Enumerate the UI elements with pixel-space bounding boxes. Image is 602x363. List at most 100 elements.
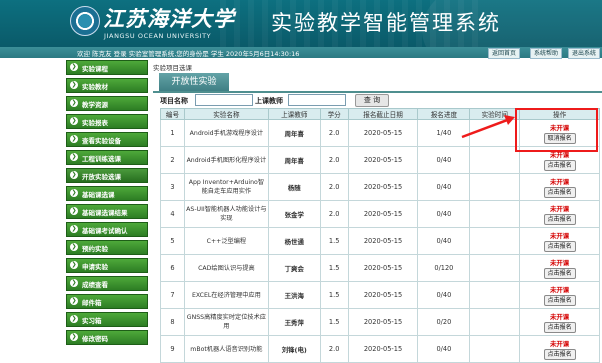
university-name-en: JIANGSU OCEAN UNIVERSITY xyxy=(104,32,212,40)
highlight-box xyxy=(515,108,598,152)
cell-progress: 0/40 xyxy=(417,227,471,255)
welcome-text: 欢迎 陈克友 登录 实验室管理系统,您的身份是 学生 2020年5月6日14:3… xyxy=(77,50,300,58)
cell-progress: 0/40 xyxy=(417,335,471,363)
tab-bar: 开放性实验 xyxy=(153,73,602,93)
cell-deadline: 2020-05-15 xyxy=(347,200,419,228)
project-name-input[interactable] xyxy=(195,94,253,106)
signup-button[interactable]: 点击报名 xyxy=(543,294,576,306)
sidebar-item-view-equipment[interactable]: ❯ 查看实验设备 xyxy=(66,132,148,147)
header-banner: 江苏海洋大学 JIANGSU OCEAN UNIVERSITY 实验教学智能管理… xyxy=(0,0,602,47)
cell-deadline: 2020-05-15 xyxy=(347,308,419,336)
top-info-bar: 欢迎 陈克友 登录 实验室管理系统,您的身份是 学生 2020年5月6日14:3… xyxy=(0,47,602,59)
sidebar-item-open-lab-selection[interactable]: ❯ 开放实验选课 xyxy=(66,168,148,183)
search-bar: 项目名称 上课教师 查 询 xyxy=(159,94,599,107)
cell-deadline: 2020-05-15 xyxy=(347,173,419,201)
table-row: 9 mBot机器人语音识别功能 刘锋(电) 2.0 2020-05-15 0/4… xyxy=(160,335,600,363)
cell-deadline: 2020-05-15 xyxy=(347,119,419,147)
cell-deadline: 2020-05-15 xyxy=(347,254,419,282)
header-credit: 学分 xyxy=(319,108,349,120)
cell-name: GNSS高精度实时定位技术应用 xyxy=(183,308,269,336)
cell-no: 3 xyxy=(160,173,185,201)
cell-time xyxy=(469,254,521,282)
cell-action: 未开课 点击报名 xyxy=(519,227,600,255)
cell-teacher: 周年喜 xyxy=(267,119,321,147)
system-title: 实验教学智能管理系统 xyxy=(271,11,501,35)
sidebar-item-view-grades[interactable]: ❯ 成绩查看 xyxy=(66,276,148,291)
arrow-icon: ❯ xyxy=(70,279,78,287)
cell-credit: 2.0 xyxy=(319,173,349,201)
signup-button[interactable]: 点击报名 xyxy=(543,267,576,279)
sidebar-item-engineering-training[interactable]: ❯ 工程训练选课 xyxy=(66,150,148,165)
sidebar-item-mailbox[interactable]: ❯ 邮件箱 xyxy=(66,294,148,309)
table-row: 7 EXCEL在经济管理中应用 王洪海 1.5 2020-05-15 0/40 … xyxy=(160,281,600,309)
arrow-icon: ❯ xyxy=(70,153,78,161)
header-name: 实验名称 xyxy=(183,108,269,120)
home-button[interactable]: 返回首页 xyxy=(488,48,521,59)
logout-button[interactable]: 退出系统 xyxy=(568,48,601,59)
arrow-icon: ❯ xyxy=(70,171,78,179)
help-button[interactable]: 系统帮助 xyxy=(530,48,563,59)
teacher-input[interactable] xyxy=(288,94,346,106)
cell-credit: 2.0 xyxy=(319,335,349,363)
arrow-icon: ❯ xyxy=(70,297,78,305)
sidebar-item-basic-course-selection[interactable]: ❯ 基础课选课 xyxy=(66,186,148,201)
project-name-label: 项目名称 xyxy=(160,97,188,105)
sidebar-item-teaching-resources[interactable]: ❯ 教学资源 xyxy=(66,96,148,111)
sidebar-item-reserve-lab[interactable]: ❯ 预约实验 xyxy=(66,240,148,255)
sidebar-item-exam-confirmation[interactable]: ❯ 基础课考试确认 xyxy=(66,222,148,237)
cell-action: 未开课 点击报名 xyxy=(519,173,600,201)
cell-name: AS-UII智能机器人功能设计与实现 xyxy=(183,200,269,228)
cell-credit: 2.0 xyxy=(319,200,349,228)
status-badge: 未开课 xyxy=(550,231,570,240)
cell-teacher: 杨世通 xyxy=(267,227,321,255)
cell-no: 4 xyxy=(160,200,185,228)
cell-progress: 0/40 xyxy=(417,146,471,174)
sidebar-item-lab-textbooks[interactable]: ❯ 实验教材 xyxy=(66,78,148,93)
cell-credit: 1.5 xyxy=(319,254,349,282)
cell-teacher: 刘锋(电) xyxy=(267,335,321,363)
tab-open-lab[interactable]: 开放性实验 xyxy=(159,73,229,91)
cell-credit: 1.5 xyxy=(319,281,349,309)
cell-credit: 2.0 xyxy=(319,119,349,147)
cell-progress: 0/40 xyxy=(417,200,471,228)
arrow-icon: ❯ xyxy=(70,225,78,233)
cell-credit: 1.5 xyxy=(319,308,349,336)
cell-name: Android手机游戏程序设计 xyxy=(183,119,269,147)
sidebar-item-internship[interactable]: ❯ 实习箱 xyxy=(66,312,148,327)
sidebar-item-lab-reports[interactable]: ❯ 实验报表 xyxy=(66,114,148,129)
cell-action: 未开课 点击报名 xyxy=(519,254,600,282)
cell-progress: 0/40 xyxy=(417,173,471,201)
arrow-icon: ❯ xyxy=(70,333,78,341)
cell-credit: 1.5 xyxy=(319,227,349,255)
sidebar-item-apply-lab[interactable]: ❯ 申请实验 xyxy=(66,258,148,273)
cell-no: 1 xyxy=(160,119,185,147)
sidebar-item-basic-selection-results[interactable]: ❯ 基础课选课结果 xyxy=(66,204,148,219)
cell-no: 6 xyxy=(160,254,185,282)
cell-progress: 0/40 xyxy=(417,281,471,309)
cell-time xyxy=(469,335,521,363)
cell-teacher: 周年喜 xyxy=(267,146,321,174)
cell-name: mBot机器人语音识别功能 xyxy=(183,335,269,363)
cell-no: 5 xyxy=(160,227,185,255)
signup-button[interactable]: 点击报名 xyxy=(543,348,576,360)
cell-teacher: 王秀萍 xyxy=(267,308,321,336)
cell-name: Android手机图形化程序设计 xyxy=(183,146,269,174)
arrow-icon: ❯ xyxy=(70,189,78,197)
query-button[interactable]: 查 询 xyxy=(355,94,389,107)
arrow-icon: ❯ xyxy=(70,315,78,323)
cell-time xyxy=(469,308,521,336)
sidebar-item-change-password[interactable]: ❯ 修改密码 xyxy=(66,330,148,345)
table-row: 8 GNSS高精度实时定位技术应用 王秀萍 1.5 2020-05-15 0/2… xyxy=(160,308,600,336)
status-badge: 未开课 xyxy=(550,339,570,348)
signup-button[interactable]: 点击报名 xyxy=(543,186,576,198)
signup-button[interactable]: 点击报名 xyxy=(543,159,576,171)
cell-time xyxy=(469,173,521,201)
sidebar-item-lab-courses[interactable]: ❯ 实验课程 xyxy=(66,60,148,75)
cell-action: 未开课 点击报名 xyxy=(519,308,600,336)
cell-deadline: 2020-05-15 xyxy=(347,146,419,174)
signup-button[interactable]: 点击报名 xyxy=(543,213,576,225)
cell-deadline: 2020-05-15 xyxy=(347,281,419,309)
arrow-icon: ❯ xyxy=(70,117,78,125)
signup-button[interactable]: 点击报名 xyxy=(543,240,576,252)
cell-deadline: 2020-05-15 xyxy=(347,335,419,363)
